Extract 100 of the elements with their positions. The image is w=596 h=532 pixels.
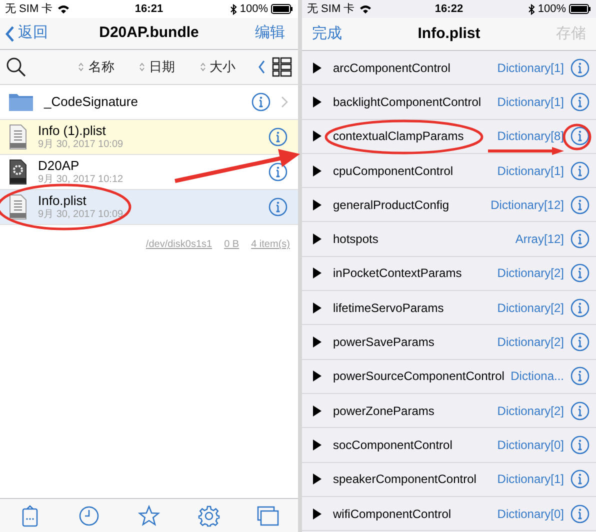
key-label: lifetimeServoParams	[333, 300, 444, 317]
type-label: Dictiona...	[510, 368, 564, 386]
type-label: Dictionary[2]	[497, 402, 564, 420]
type-label: Dictionary[2]	[497, 300, 564, 317]
wifi-icon	[56, 4, 70, 14]
edit-button[interactable]: 编辑	[255, 22, 293, 45]
disclosure-triangle-icon[interactable]	[312, 62, 322, 74]
info-icon[interactable]	[570, 298, 590, 318]
wifi-icon	[358, 4, 372, 14]
document-icon	[8, 194, 28, 220]
info-icon[interactable]	[570, 58, 590, 78]
key-label: cpuComponentControl	[333, 162, 454, 180]
disclosure-triangle-icon[interactable]	[312, 164, 322, 177]
info-icon[interactable]	[570, 469, 590, 490]
disclosure-triangle-icon[interactable]	[312, 233, 322, 246]
key-label: powerZoneParams	[333, 402, 434, 420]
disclosure-triangle-icon[interactable]	[312, 438, 322, 451]
disclosure-triangle-icon[interactable]	[312, 130, 322, 142]
windows-icon[interactable]	[257, 504, 280, 526]
info-icon[interactable]	[570, 92, 590, 112]
time-label: 16:21	[134, 2, 164, 17]
search-icon[interactable]	[6, 57, 26, 77]
carrier-label: 无 SIM 卡	[5, 2, 53, 17]
file-date: 9月 30, 2017 10:09	[38, 208, 124, 222]
nav-title: Info.plist	[416, 24, 482, 44]
type-label: Dictionary[1]	[497, 162, 564, 180]
plist-row[interactable]: powerSourceComponentControl Dictiona...	[302, 360, 596, 394]
settings-icon[interactable]	[198, 504, 220, 526]
info-icon[interactable]	[570, 160, 590, 181]
file-row[interactable]: Info (1).plist 9月 30, 2017 10:09	[0, 120, 298, 155]
info-icon[interactable]	[570, 434, 590, 455]
file-name: D20AP	[38, 158, 80, 174]
info-icon[interactable]	[570, 263, 590, 284]
key-label: backlightComponentControl	[333, 94, 482, 111]
key-label: inPocketContextParams	[333, 265, 462, 282]
sort-arrows-icon	[138, 62, 145, 72]
disclosure-triangle-icon[interactable]	[312, 473, 322, 486]
bluetooth-icon	[528, 4, 535, 14]
disclosure-triangle-icon[interactable]	[312, 267, 322, 280]
info-icon[interactable]	[570, 400, 590, 421]
info-icon[interactable]	[570, 366, 590, 386]
key-label: generalProductConfig	[333, 196, 450, 214]
info-icon[interactable]	[268, 197, 288, 217]
back-button[interactable]: 返回	[5, 22, 85, 45]
info-icon[interactable]	[570, 126, 590, 146]
disclosure-triangle-icon[interactable]	[312, 96, 322, 108]
file-name: Info (1).plist	[38, 122, 107, 139]
type-label: Dictionary[2]	[497, 265, 564, 282]
battery-icon	[271, 4, 293, 14]
disclosure-triangle-icon[interactable]	[312, 404, 322, 417]
done-button[interactable]: 完成	[312, 23, 342, 46]
sort-arrows-icon	[78, 62, 84, 72]
file-name: _CodeSignature	[44, 94, 139, 110]
sort-button[interactable]: 日期	[138, 57, 175, 77]
file-date: 9月 30, 2017 10:12	[38, 174, 124, 186]
file-row[interactable]: Info.plist 9月 30, 2017 10:09	[0, 190, 298, 225]
sort-button[interactable]: 名称	[78, 57, 114, 77]
bluetooth-icon	[230, 4, 237, 14]
info-icon[interactable]	[570, 332, 590, 352]
info-icon[interactable]	[570, 194, 590, 215]
type-label: Dictionary[0]	[497, 436, 564, 454]
type-label: Dictionary[1]	[497, 471, 564, 488]
chevron-right-icon	[281, 96, 288, 108]
info-icon[interactable]	[268, 162, 288, 182]
key-label: wifiComponentControl	[333, 506, 452, 522]
type-label: Dictionary[1]	[497, 94, 564, 111]
star-icon[interactable]	[138, 504, 160, 526]
folder-icon	[8, 92, 34, 112]
list-layout-icon[interactable]	[272, 57, 292, 77]
battery-percent: 100%	[538, 2, 566, 17]
chevron-left-icon	[5, 24, 15, 42]
clock-icon[interactable]	[78, 504, 100, 526]
time-label: 16:22	[434, 2, 464, 17]
sort-arrows-icon	[200, 62, 206, 72]
info-icon[interactable]	[251, 92, 271, 112]
type-label: Dictionary[2]	[497, 334, 564, 352]
battery-percent: 100%	[240, 2, 268, 17]
type-label: Dictionary[1]	[497, 60, 564, 77]
document-icon	[8, 124, 28, 150]
disclosure-triangle-icon[interactable]	[312, 302, 322, 314]
plist-row[interactable]: speakerComponentControl Dictionary[1]	[302, 462, 596, 497]
key-label: hotspots	[333, 231, 378, 248]
chevron-left-icon[interactable]	[258, 60, 266, 74]
disclosure-triangle-icon[interactable]	[312, 508, 322, 520]
type-label: Array[12]	[515, 231, 564, 248]
key-label: powerSourceComponentControl	[333, 368, 504, 386]
disclosure-triangle-icon[interactable]	[312, 336, 322, 348]
type-label: Dictionary[12]	[490, 196, 564, 214]
disclosure-triangle-icon[interactable]	[312, 198, 322, 211]
nav-title: D20AP.bundle	[98, 23, 200, 44]
key-label: powerSaveParams	[333, 334, 434, 352]
file-name: Info.plist	[38, 192, 88, 209]
annotation-ellipse	[562, 124, 592, 150]
info-icon[interactable]	[570, 504, 590, 524]
disclosure-triangle-icon[interactable]	[312, 370, 322, 382]
info-icon[interactable]	[570, 229, 590, 250]
key-label: socComponentControl	[333, 436, 452, 454]
sort-button[interactable]: 大小	[200, 57, 236, 77]
info-icon[interactable]	[268, 127, 288, 147]
type-label: Dictionary[0]	[497, 506, 564, 522]
